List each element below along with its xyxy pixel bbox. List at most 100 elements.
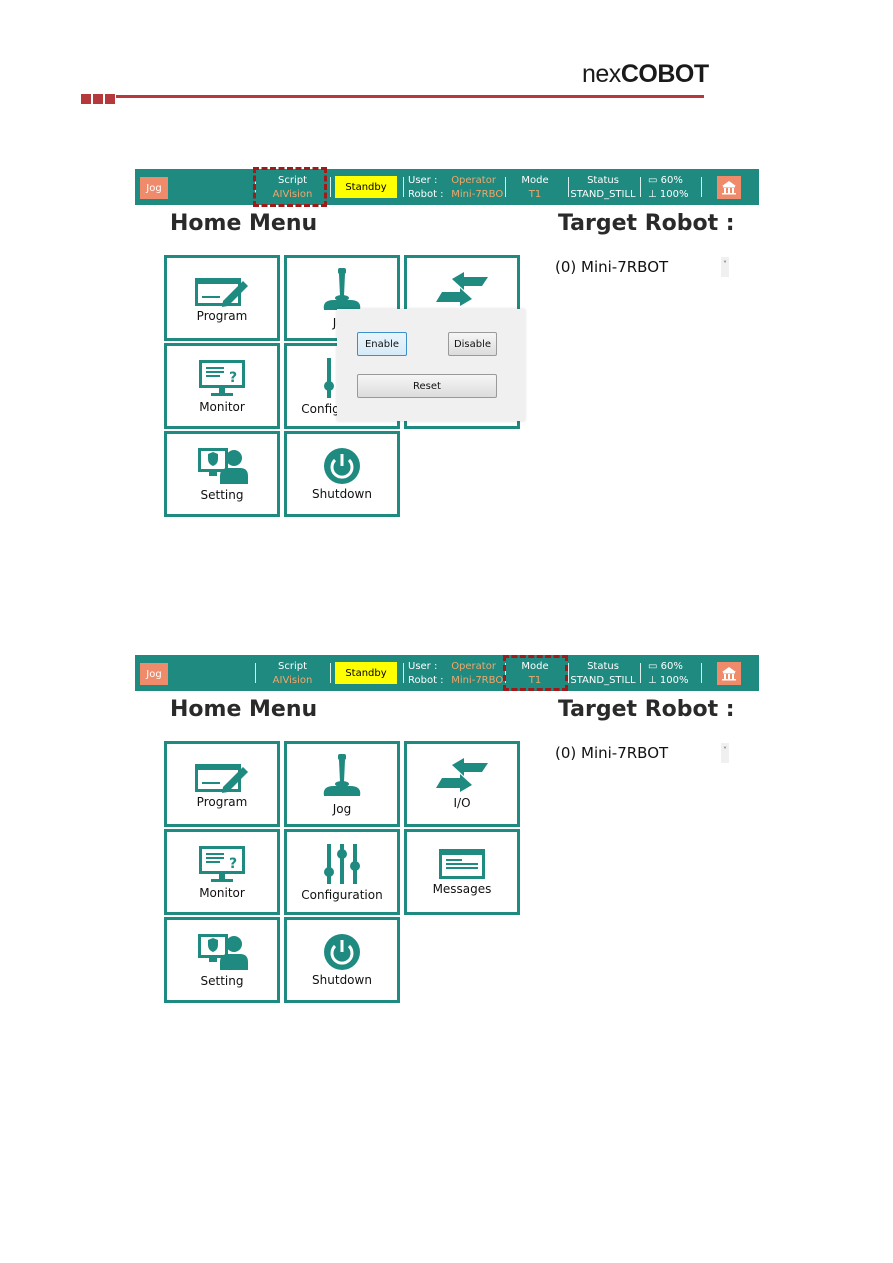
script-indicator[interactable]: Script AIVision: [260, 660, 325, 688]
user-label: User :: [408, 175, 438, 186]
power-icon: [324, 448, 360, 484]
svg-text:?: ?: [229, 856, 237, 872]
io-arrows-icon: [436, 758, 488, 792]
robot-value: Mini-7RBO: [451, 675, 504, 686]
joystick-icon: [323, 754, 361, 796]
tile-jog[interactable]: Jog: [284, 741, 400, 827]
program-icon: [195, 764, 248, 793]
user-value: Operator: [451, 175, 496, 186]
user-label: User :: [408, 661, 438, 672]
tile-program[interactable]: Program: [164, 255, 280, 341]
mode-indicator[interactable]: Mode T1: [510, 174, 560, 202]
divider: [640, 177, 641, 197]
tile-monitor[interactable]: ? Monitor: [164, 829, 280, 915]
divider: [403, 177, 404, 197]
svg-text:?: ?: [229, 370, 237, 386]
power-icon: [324, 934, 360, 970]
highlight-mode: [503, 655, 568, 691]
servo-popup: Enable Disable Reset: [337, 309, 525, 421]
target-robot-select[interactable]: (0) Mini-7RBOT: [555, 258, 668, 276]
header-squares-decoration: [81, 94, 115, 104]
screenshot-2: Jog Script AIVision Standby User : Opera…: [135, 655, 759, 1035]
screenshot-1: Jog Script AIVision Standby User : Opera…: [135, 167, 759, 549]
home-button[interactable]: [717, 662, 741, 685]
home-icon: [722, 181, 736, 195]
override-percent: 100%: [659, 675, 689, 686]
tile-configuration[interactable]: Configuration: [284, 829, 400, 915]
divider: [330, 663, 331, 683]
tile-label: Program: [196, 795, 248, 809]
tile-label: Configuration: [301, 888, 383, 902]
tile-label: Shutdown: [312, 487, 372, 501]
speed-icon: ▭: [648, 661, 658, 672]
tile-label: I/O: [453, 796, 471, 810]
speed-icon: ▭: [648, 175, 658, 186]
divider: [330, 177, 331, 197]
dropdown-arrow-icon[interactable]: ˅: [721, 743, 729, 763]
header-rule: [116, 95, 704, 98]
robot-label: Robot :: [408, 675, 444, 686]
home-button[interactable]: [717, 176, 741, 199]
tile-label: Setting: [200, 974, 244, 988]
logo-part1: nex: [582, 60, 621, 88]
setting-user-icon: [198, 448, 248, 484]
divider: [505, 177, 506, 197]
tile-setting[interactable]: Setting: [164, 917, 280, 1003]
divider: [640, 663, 641, 683]
io-arrows-icon: [436, 272, 488, 306]
tile-label: Shutdown: [312, 973, 372, 987]
joystick-icon: [323, 268, 361, 310]
tile-label: Messages: [432, 882, 492, 896]
user-robot-info: User : Operator Robot : Mini-7RBO: [408, 174, 503, 202]
divider: [403, 663, 404, 683]
divider: [255, 663, 256, 683]
jog-button[interactable]: Jog: [140, 663, 168, 685]
override-percent: 100%: [659, 189, 689, 200]
divider: [701, 177, 702, 197]
user-robot-info: User : Operator Robot : Mini-7RBO: [408, 660, 503, 688]
tile-shutdown[interactable]: Shutdown: [284, 431, 400, 517]
target-robot-title: Target Robot :: [558, 211, 735, 236]
standby-button[interactable]: Standby: [335, 662, 397, 684]
divider: [701, 663, 702, 683]
tile-program[interactable]: Program: [164, 741, 280, 827]
status-indicator: Status STAND_STILL: [569, 660, 637, 688]
tile-monitor[interactable]: ? Monitor: [164, 343, 280, 429]
jog-button[interactable]: Jog: [140, 177, 168, 199]
tile-label: Monitor: [199, 400, 245, 414]
tile-shutdown[interactable]: Shutdown: [284, 917, 400, 1003]
nexcobot-logo: nexCOBOT: [582, 60, 709, 89]
home-icon: [722, 667, 736, 681]
enable-button[interactable]: Enable: [357, 332, 407, 356]
target-robot-select[interactable]: (0) Mini-7RBOT: [555, 744, 668, 762]
standby-button[interactable]: Standby: [335, 176, 397, 198]
script-value: AIVision: [272, 675, 313, 686]
home-menu-title: Home Menu: [170, 211, 318, 236]
tile-label: Setting: [200, 488, 244, 502]
robot-label: Robot :: [408, 189, 444, 200]
status-indicator: Status STAND_STILL: [569, 174, 637, 202]
logo-part2: COBOT: [620, 60, 709, 88]
top-status-bar: Jog Script AIVision Standby User : Opera…: [135, 655, 759, 691]
speed-percent: 60%: [660, 661, 683, 672]
status-value: STAND_STILL: [570, 189, 636, 200]
tile-io[interactable]: I/O: [404, 741, 520, 827]
robot-value: Mini-7RBO: [451, 189, 504, 200]
monitor-icon: ?: [199, 846, 245, 882]
mode-label: Mode: [521, 175, 549, 186]
tile-messages[interactable]: Messages: [404, 829, 520, 915]
disable-button[interactable]: Disable: [448, 332, 497, 356]
override-icon: ⊥: [648, 189, 657, 200]
tile-label: Monitor: [199, 886, 245, 900]
status-label: Status: [587, 661, 619, 672]
dropdown-arrow-icon[interactable]: ˅: [721, 257, 729, 277]
top-status-bar: Jog Script AIVision Standby User : Opera…: [135, 169, 759, 205]
mode-value: T1: [528, 189, 542, 200]
tile-setting[interactable]: Setting: [164, 431, 280, 517]
speed-info: ▭ 60% ⊥ 100%: [648, 660, 689, 688]
speed-percent: 60%: [660, 175, 683, 186]
messages-icon: [439, 849, 485, 879]
speed-info: ▭ 60% ⊥ 100%: [648, 174, 689, 202]
reset-button[interactable]: Reset: [357, 374, 497, 398]
target-robot-title: Target Robot :: [558, 697, 735, 722]
